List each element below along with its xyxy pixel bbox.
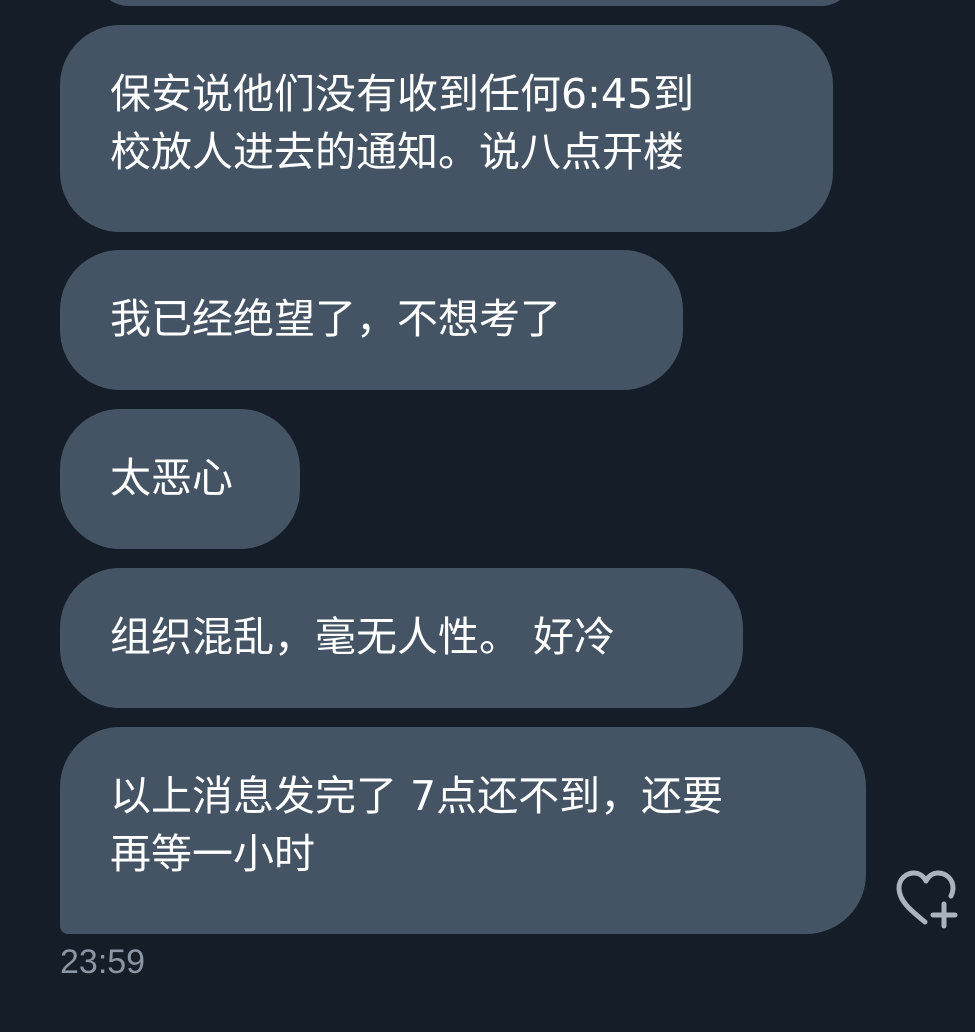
message-text-line: 组织混乱，毫无人性。 好冷 [110, 613, 616, 661]
message-text-line: 太恶心 [110, 454, 233, 502]
message-bubble[interactable]: 以上消息发完了 7点还不到，还要 再等一小时 [60, 727, 866, 934]
message-text-line: 校放人进去的通知。说八点开楼 [110, 128, 684, 176]
message-text-line: 再等一小时 [110, 830, 315, 878]
heart-plus-icon[interactable] [893, 868, 963, 930]
message-bubble[interactable]: 太恶心 [60, 409, 300, 549]
chat-thread: 保安说他们没有收到任何6:45到 校放人进去的通知。说八点开楼 我已经绝望了，不… [0, 0, 975, 1032]
message-text-line: 我已经绝望了，不想考了 [110, 295, 561, 343]
message-bubble[interactable]: 我已经绝望了，不想考了 [60, 250, 683, 390]
message-timestamp: 23:59 [60, 943, 146, 981]
message-bubble[interactable]: 保安说他们没有收到任何6:45到 校放人进去的通知。说八点开楼 [60, 25, 833, 232]
message-bubble[interactable]: 组织混乱，毫无人性。 好冷 [60, 568, 743, 708]
message-text-line: 保安说他们没有收到任何6:45到 [110, 70, 695, 118]
message-text-line: 以上消息发完了 7点还不到，还要 [110, 772, 724, 820]
message-bubble-partial[interactable] [95, 0, 855, 6]
